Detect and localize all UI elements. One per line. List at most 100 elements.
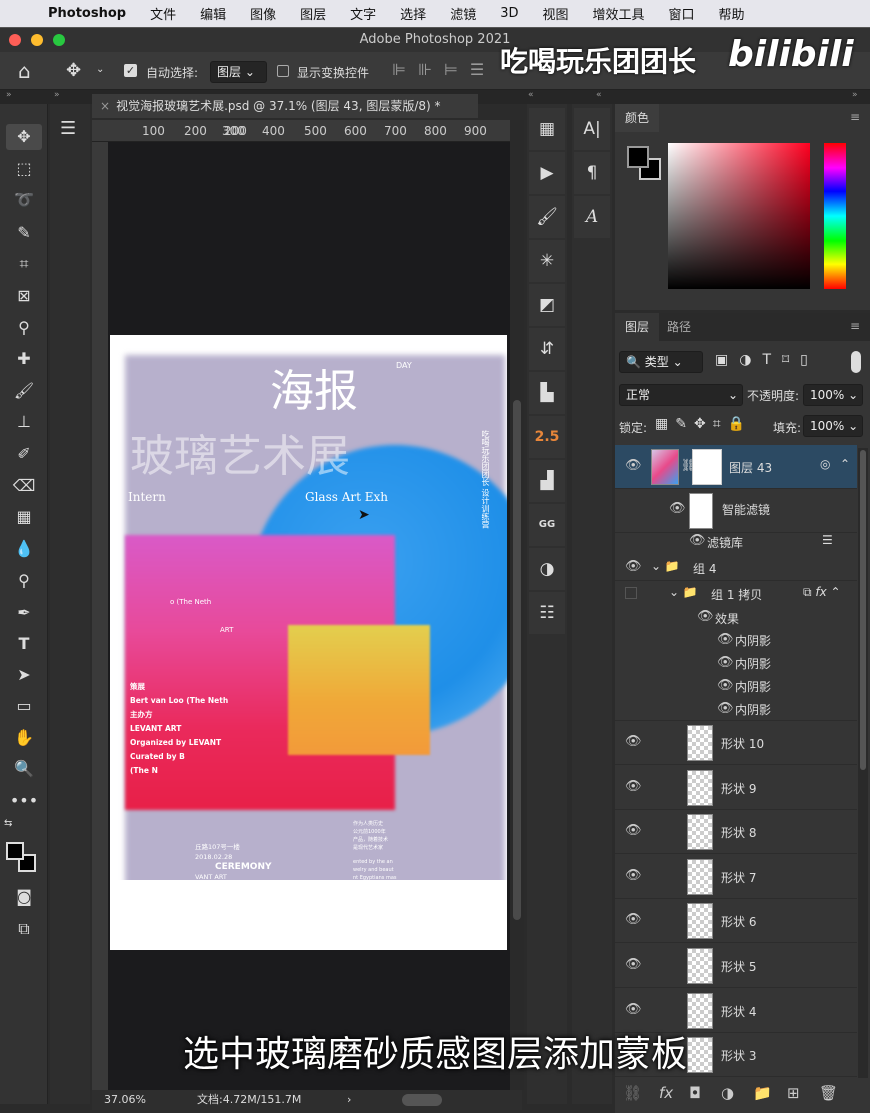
visibility-eye-icon[interactable]: 👁 xyxy=(625,458,642,473)
filter-icons[interactable]: ▣◑T⌑▯ xyxy=(715,352,819,368)
close-tab-icon[interactable]: × xyxy=(100,99,110,113)
gradient-tool[interactable]: ▦ xyxy=(6,504,42,530)
collapse-icon[interactable]: ⌃ xyxy=(840,457,850,471)
align-icons[interactable]: ⊫⊪⊨☰ xyxy=(392,60,496,79)
layer-row-43[interactable]: 👁 ⛓ 图层 43 ◎ ⌃ xyxy=(615,445,857,489)
hand-tool[interactable]: ✋ xyxy=(6,725,42,751)
burst-icon[interactable]: ✳ xyxy=(529,240,565,282)
shape-layer-row[interactable]: 👁 形状 5 xyxy=(615,944,857,988)
quick-mask-icon[interactable]: ◙ xyxy=(6,884,42,910)
chevron-down-icon[interactable]: ⌄ 📁 xyxy=(651,559,680,573)
opacity-input[interactable]: 100% ⌄ xyxy=(803,384,863,406)
menu-app-name[interactable]: Photoshop xyxy=(48,6,126,21)
visibility-eye-icon[interactable]: 👁 xyxy=(625,868,642,883)
expand-icon[interactable]: » xyxy=(6,90,12,100)
auto-select-checkbox[interactable]: ✓ xyxy=(124,64,137,77)
color-field[interactable] xyxy=(668,143,810,289)
layer-mask-thumbnail[interactable] xyxy=(692,449,722,485)
rectangle-tool[interactable]: ▭ xyxy=(6,693,42,719)
table-icon[interactable]: ▦ xyxy=(529,108,565,150)
healing-tool[interactable]: ✚ xyxy=(6,346,42,372)
dodge-tool[interactable]: ⚲ xyxy=(6,568,42,594)
shape-layer-row[interactable]: 👁 形状 7 xyxy=(615,855,857,899)
filter-options-icon[interactable]: ☰ xyxy=(822,533,833,547)
visibility-eye-icon[interactable]: 👁 xyxy=(625,734,642,749)
menu-file[interactable]: 文件 xyxy=(150,4,176,23)
lasso-tool[interactable]: ➰ xyxy=(6,187,42,213)
zoom-level[interactable]: 37.06% xyxy=(104,1090,146,1110)
visibility-eye-icon[interactable]: 👁 xyxy=(625,957,642,972)
blur-tool[interactable]: 💧 xyxy=(6,536,42,562)
type-tool[interactable]: T xyxy=(6,631,42,657)
brush-settings-icon[interactable]: 🖌 xyxy=(529,196,565,238)
more-tools-icon[interactable]: ••• xyxy=(6,788,42,814)
menu-view[interactable]: 视图 xyxy=(542,4,568,23)
chevron-down-icon[interactable]: ⌄ xyxy=(96,64,104,75)
sliders-icon[interactable]: ☷ xyxy=(529,592,565,634)
fx-icon[interactable]: fx xyxy=(659,1084,673,1102)
value-readout[interactable]: 2.5 xyxy=(529,416,565,458)
visibility-eye-icon[interactable]: 👁 xyxy=(717,655,734,670)
visibility-eye-icon[interactable]: 👁 xyxy=(717,678,734,693)
filter-mask-thumbnail[interactable] xyxy=(689,493,713,529)
effects-row[interactable]: 👁 效果 xyxy=(615,607,857,629)
menu-help[interactable]: 帮助 xyxy=(719,4,745,23)
crop-tool[interactable]: ⌗ xyxy=(6,251,42,277)
filter-toggle[interactable] xyxy=(851,351,861,373)
panel-menu-icon[interactable]: ≡ xyxy=(850,110,860,124)
link-layers-icon[interactable]: ⛓ xyxy=(623,1084,642,1102)
menu-window[interactable]: 窗口 xyxy=(669,4,695,23)
move-tool[interactable]: ✥ xyxy=(6,124,42,150)
swap-colors-icon[interactable]: ⇆ xyxy=(4,818,12,829)
hue-slider[interactable] xyxy=(824,143,846,289)
eyedropper-tool[interactable]: ⚲ xyxy=(6,315,42,341)
shape-layer-row[interactable]: 👁 形状 6 xyxy=(615,899,857,944)
visibility-eye-icon[interactable]: 👁 xyxy=(625,823,642,838)
tab-color[interactable]: 颜色 xyxy=(615,104,659,132)
menu-image[interactable]: 图像 xyxy=(250,4,276,23)
new-group-icon[interactable]: 📁 xyxy=(753,1084,772,1102)
gg-icon[interactable]: GG xyxy=(529,504,565,546)
paragraph-icon[interactable]: ¶ xyxy=(574,152,610,194)
glyphs-icon[interactable]: A xyxy=(574,196,610,238)
blend-mode-dropdown[interactable]: 正常 ⌄ xyxy=(619,384,743,406)
visibility-eye-icon[interactable]: 👁 xyxy=(625,912,642,927)
horizontal-scrollbar-thumb[interactable] xyxy=(402,1094,442,1106)
history-brush-tool[interactable]: ✐ xyxy=(6,441,42,467)
menu-edit[interactable]: 编辑 xyxy=(200,4,226,23)
visibility-eye-icon[interactable]: 👁 xyxy=(625,559,642,574)
path-select-tool[interactable]: ➤ xyxy=(6,662,42,688)
character-icon[interactable]: A| xyxy=(574,108,610,150)
layer-filter-dropdown[interactable]: 🔍 类型 ⌄ xyxy=(619,351,703,373)
group-row[interactable]: 👁 ⌄ 📁 组 4 xyxy=(615,555,857,581)
show-transform-checkbox[interactable] xyxy=(277,65,289,77)
eraser-tool[interactable]: ⌫ xyxy=(6,473,42,499)
canvas-vertical-scrollbar[interactable] xyxy=(510,120,524,1090)
foreground-color[interactable] xyxy=(627,146,649,168)
effect-row[interactable]: 👁 内阴影 xyxy=(615,698,857,721)
lock-icons[interactable]: ▦✎✥⌗🔒 xyxy=(655,416,752,432)
swatch-stack-icon[interactable]: ▙ xyxy=(529,372,565,414)
visibility-eye-icon[interactable]: 👁 xyxy=(669,501,686,516)
tab-paths[interactable]: 路径 xyxy=(667,313,691,341)
pen-tool[interactable]: ✒ xyxy=(6,600,42,626)
menu-filter[interactable]: 滤镜 xyxy=(450,4,476,23)
histogram-icon[interactable]: ▟ xyxy=(529,460,565,502)
stamp-tool[interactable]: ⊥ xyxy=(6,409,42,435)
shape-layer-row[interactable]: 👁 形状 8 xyxy=(615,810,857,855)
expand-icon[interactable]: » xyxy=(852,90,858,100)
collapse-icon[interactable]: « xyxy=(596,90,602,100)
visibility-eye-icon[interactable]: 👁 xyxy=(689,533,706,548)
menu-3d[interactable]: 3D xyxy=(500,6,518,21)
visibility-eye-icon[interactable]: 👁 xyxy=(717,632,734,647)
add-mask-icon[interactable]: ◘ xyxy=(689,1084,701,1102)
home-icon[interactable]: ⌂ xyxy=(18,59,31,83)
zoom-tool[interactable]: 🔍 xyxy=(6,756,42,782)
tab-layers[interactable]: 图层 xyxy=(615,313,659,341)
scrollbar-thumb[interactable] xyxy=(513,400,521,920)
smart-filters-row[interactable]: 👁 智能滤镜 xyxy=(615,489,857,533)
filter-gallery-row[interactable]: 👁 滤镜库 ☰ xyxy=(615,529,857,555)
menu-select[interactable]: 选择 xyxy=(400,4,426,23)
layer-name[interactable]: 图层 43 xyxy=(729,459,772,476)
move-tool-icon[interactable]: ✥ xyxy=(66,60,81,81)
